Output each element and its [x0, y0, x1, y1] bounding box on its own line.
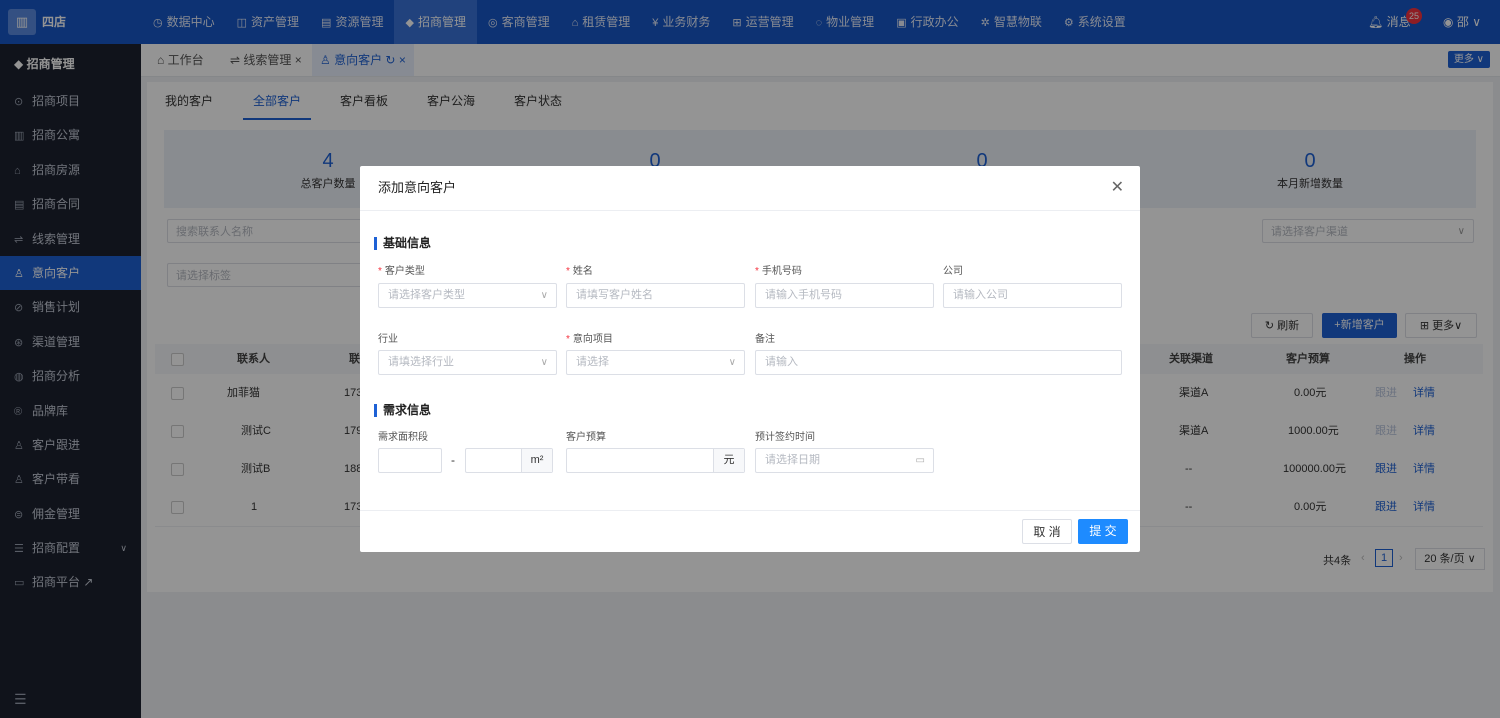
area-unit: m² [521, 449, 552, 472]
name-input[interactable]: 请填写客户姓名 [566, 283, 745, 308]
section-demand-info: 需求信息 [374, 404, 431, 417]
chevron-down-icon: ∨ [540, 290, 548, 301]
customer-type-label: * 客户类型 [378, 266, 425, 277]
customer-type-select[interactable]: 请选择客户类型 ∨ [378, 283, 557, 308]
area-range-dash: - [451, 453, 455, 467]
chevron-down-icon: ∨ [728, 357, 736, 368]
budget-label: 客户预算 [566, 432, 606, 443]
sign-date-picker[interactable]: 请选择日期 ▭ [755, 448, 934, 473]
company-input[interactable]: 请输入公司 [943, 283, 1122, 308]
close-icon[interactable]: ✕ [1111, 166, 1124, 210]
project-label: * 意向项目 [566, 334, 613, 345]
dialog-footer: 取 消 提 交 [360, 510, 1140, 552]
phone-label: * 手机号码 [755, 266, 802, 277]
area-label: 需求面积段 [378, 432, 428, 443]
area-max-input[interactable]: m² [465, 448, 553, 473]
dialog-title: 添加意向客户 [378, 180, 457, 195]
add-customer-dialog: 添加意向客户 ✕ 基础信息 * 客户类型 请选择客户类型 ∨ * 姓名 请填写客户姓名… [360, 166, 1140, 552]
phone-input[interactable]: 请输入手机号码 [755, 283, 934, 308]
calendar-icon: ▭ [915, 455, 925, 466]
cancel-button[interactable]: 取 消 [1022, 519, 1072, 544]
industry-select[interactable]: 请填选择行业 ∨ [378, 350, 557, 375]
chevron-down-icon: ∨ [540, 357, 548, 368]
company-label: 公司 [943, 266, 963, 277]
name-label: * 姓名 [566, 266, 593, 277]
project-select[interactable]: 请选择 ∨ [566, 350, 745, 375]
sign-date-label: 预计签约时间 [755, 432, 815, 443]
remark-label: 备注 [755, 334, 775, 345]
dialog-header: 添加意向客户 ✕ [360, 166, 1140, 211]
budget-unit: 元 [713, 449, 744, 472]
submit-button[interactable]: 提 交 [1078, 519, 1128, 544]
area-min-input[interactable] [378, 448, 442, 473]
section-basic-info: 基础信息 [374, 237, 431, 250]
remark-input[interactable]: 请输入 [755, 350, 1122, 375]
industry-label: 行业 [378, 334, 398, 345]
budget-input[interactable]: 元 [566, 448, 745, 473]
